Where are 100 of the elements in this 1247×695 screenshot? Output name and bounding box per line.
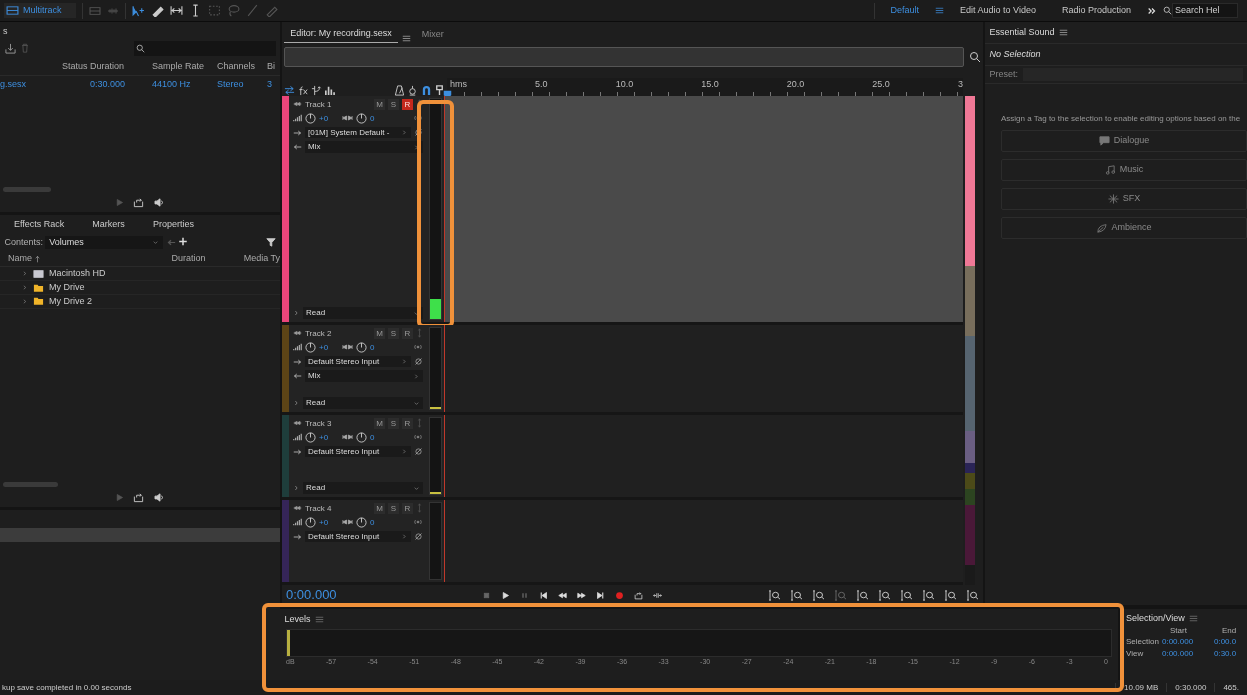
pan-value[interactable]: 0 (370, 113, 410, 124)
rewind-icon[interactable] (557, 590, 567, 600)
pan-value[interactable]: 0 (370, 517, 410, 528)
swap-icon[interactable] (284, 84, 296, 96)
panel-tab[interactable]: Properties (138, 215, 208, 234)
expand-icon[interactable] (293, 484, 300, 492)
volume-value[interactable]: +0 (319, 517, 339, 528)
zoom-icon[interactable] (769, 589, 781, 601)
play-icon[interactable] (500, 590, 510, 600)
column-header[interactable]: Sample Rate (152, 61, 217, 72)
skip-to-start-icon[interactable] (538, 590, 548, 600)
overflow-icon[interactable] (1147, 5, 1157, 16)
fx-icon[interactable] (297, 84, 309, 96)
automation-dropdown[interactable]: Read (303, 397, 423, 409)
loop-icon[interactable] (133, 196, 144, 208)
monitor-icon[interactable] (413, 343, 423, 352)
monitor-icon[interactable] (413, 433, 423, 442)
column-header[interactable]: Channels (217, 61, 267, 72)
track-toggle[interactable]: M (374, 98, 385, 110)
knob-icon[interactable] (356, 516, 367, 528)
column-header[interactable]: Status (62, 61, 90, 72)
column-header[interactable]: Bi (267, 61, 279, 72)
phase-icon[interactable] (414, 447, 423, 457)
menu-icon[interactable] (402, 33, 412, 43)
knob-icon[interactable] (305, 112, 316, 124)
search-field[interactable]: Search Hel (1172, 3, 1238, 18)
zoom-icon[interactable] (879, 589, 891, 601)
snap-icon[interactable] (420, 84, 432, 96)
file-name[interactable]: My Drive 2 (49, 296, 92, 307)
slip-tool-icon[interactable] (169, 4, 183, 17)
track-toggle[interactable]: R (402, 417, 413, 429)
zoom-icon[interactable] (813, 589, 825, 601)
scrollbar[interactable] (3, 187, 51, 192)
workspace-tab[interactable]: Radio Production (1051, 5, 1141, 16)
track-toggle[interactable]: R (402, 327, 413, 339)
add-icon[interactable] (177, 237, 188, 248)
pin-icon[interactable] (433, 84, 445, 96)
zoom-icon[interactable] (945, 589, 957, 601)
time-value[interactable]: 0:00.000 (1162, 637, 1214, 647)
panel-tab[interactable]: Markers (78, 215, 139, 234)
file-name[interactable]: Macintosh HD (49, 268, 106, 280)
column-header[interactable]: Duration (171, 253, 206, 265)
metronome-icon[interactable] (394, 84, 405, 96)
output-dropdown[interactable]: Mix (305, 370, 423, 382)
track-toggle[interactable]: S (388, 502, 399, 514)
track-toggle[interactable]: M (374, 327, 385, 339)
knob-icon[interactable] (356, 341, 367, 353)
knob-icon[interactable] (356, 112, 367, 124)
scrollbar[interactable] (3, 482, 58, 487)
knob-icon[interactable] (305, 516, 316, 528)
menu-icon[interactable] (1189, 613, 1199, 623)
input-dropdown[interactable]: Default Stereo Input (305, 445, 411, 458)
overview-scrollbar[interactable] (284, 47, 965, 68)
zoom-icon[interactable] (791, 589, 803, 601)
automation-dropdown[interactable]: Read (303, 482, 423, 494)
expand-icon[interactable] (293, 399, 300, 407)
contents-dropdown[interactable]: Volumes (45, 236, 164, 249)
editor-tab[interactable]: Editor: My recording.sesx (284, 22, 398, 43)
stop-icon[interactable] (481, 590, 491, 600)
razor-tool-icon[interactable] (150, 4, 164, 17)
file-name[interactable]: My Drive (49, 282, 85, 293)
sends-icon[interactable] (310, 84, 322, 96)
track-name[interactable]: Track 4 (305, 503, 371, 514)
autoplay-icon[interactable] (153, 196, 165, 208)
input-dropdown[interactable]: Default Stereo Input (305, 355, 411, 368)
time-value[interactable]: 0:30.0 (1214, 649, 1243, 659)
import-icon[interactable] (4, 42, 16, 54)
automation-dropdown[interactable]: Read (303, 307, 423, 319)
knob-icon[interactable] (356, 431, 367, 443)
track-toggle[interactable]: M (374, 502, 385, 514)
search-field[interactable] (133, 40, 276, 56)
track-toggle[interactable]: R (402, 502, 413, 514)
zoom-reset-icon[interactable] (968, 51, 981, 64)
menu-icon[interactable] (1059, 28, 1069, 37)
monitor-icon[interactable] (413, 518, 423, 527)
zoom-icon[interactable] (967, 589, 979, 601)
knob-icon[interactable] (305, 341, 316, 353)
volume-value[interactable]: +0 (319, 113, 339, 124)
fast-forward-icon[interactable] (576, 590, 586, 600)
filter-icon[interactable] (265, 237, 276, 248)
track-toggle[interactable]: M (374, 417, 385, 429)
menu-icon[interactable] (315, 614, 324, 624)
input-dropdown[interactable]: Default Stereo Input (305, 530, 411, 543)
punch-icon[interactable] (407, 84, 419, 96)
input-dropdown[interactable]: [01M] System Default - (305, 126, 411, 139)
zoom-icon[interactable] (857, 589, 869, 601)
volume-value[interactable]: +0 (319, 342, 339, 353)
expand-icon[interactable] (293, 309, 300, 317)
knob-icon[interactable] (305, 431, 316, 443)
track-toggle[interactable]: S (388, 98, 399, 110)
workspace-tab[interactable]: Edit Audio to Video (950, 5, 1046, 16)
pan-value[interactable]: 0 (370, 342, 410, 353)
track-name[interactable]: Track 3 (305, 418, 371, 429)
zoom-icon[interactable] (923, 589, 935, 601)
pan-value[interactable]: 0 (370, 432, 410, 443)
loop-icon[interactable] (633, 590, 643, 600)
track-name[interactable]: Track 2 (305, 328, 371, 339)
time-value[interactable]: 0:00.0 (1214, 637, 1243, 647)
menu-icon[interactable] (935, 6, 945, 15)
monitor-icon[interactable] (413, 114, 423, 123)
